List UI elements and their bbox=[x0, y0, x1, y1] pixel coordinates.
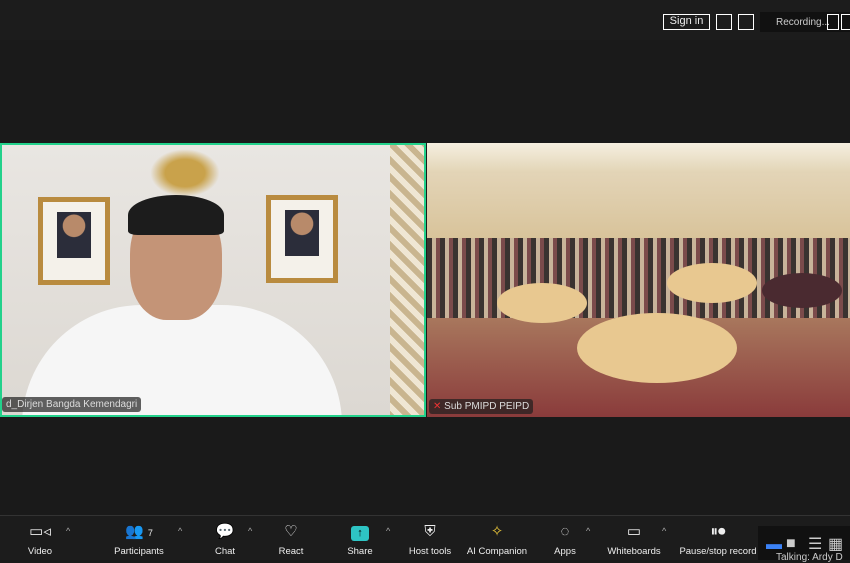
apps-button[interactable]: ◌ Apps bbox=[525, 522, 605, 557]
garuda-emblem bbox=[150, 149, 220, 197]
talking-indicator: Talking: Ardy D bbox=[776, 552, 843, 563]
video-tile-speaker[interactable]: d_Dirjen Bangda Kemendagri bbox=[0, 143, 426, 417]
pause-recording-button[interactable] bbox=[827, 14, 839, 30]
participant-name-label: ✕ Sub PMIPD PEIPD bbox=[429, 399, 534, 414]
speaker-view-icon[interactable]: ■ bbox=[786, 535, 796, 553]
layout-button[interactable] bbox=[716, 14, 732, 30]
pause-stop-icon: ⏸⏺ bbox=[710, 523, 726, 540]
meeting-toolbar: ▭◃ Video ^ 👥 7 Participants ^ 💬 Chat ^ ♡ Rea… bbox=[0, 515, 850, 560]
top-bar: Sign in Recording... bbox=[0, 0, 850, 40]
mic-muted-icon: ✕ bbox=[433, 401, 445, 412]
portrait-frame bbox=[266, 195, 338, 283]
participants-options-caret[interactable]: ^ bbox=[178, 526, 182, 536]
apps-options-caret[interactable]: ^ bbox=[586, 526, 590, 536]
participant-name-label: d_Dirjen Bangda Kemendagri bbox=[2, 397, 142, 412]
apps-icon: ◌ bbox=[560, 523, 570, 540]
recording-label: Recording... bbox=[776, 17, 830, 28]
video-tile-room[interactable]: ✕ Sub PMIPD PEIPD bbox=[427, 143, 850, 417]
stacked-view-icon[interactable]: ☰ bbox=[808, 534, 822, 554]
video-options-caret[interactable]: ^ bbox=[66, 526, 70, 536]
sign-in-button[interactable]: Sign in bbox=[663, 14, 710, 30]
pause-stop-record-button[interactable]: ⏸⏺ Pause/stop record bbox=[678, 522, 758, 557]
share-arrow-icon: ↑ bbox=[351, 526, 369, 541]
whiteboards-options-caret[interactable]: ^ bbox=[662, 526, 666, 536]
portrait-frame bbox=[38, 197, 110, 285]
participants-icon: 👥 bbox=[125, 523, 144, 540]
gallery-view-icon[interactable]: ▦ bbox=[828, 534, 843, 554]
react-button[interactable]: ♡ React bbox=[251, 522, 331, 557]
stop-recording-button[interactable] bbox=[841, 14, 850, 30]
wood-panel bbox=[390, 145, 424, 415]
participants-button[interactable]: 👥 7 Participants bbox=[99, 522, 179, 557]
view-button[interactable] bbox=[738, 14, 754, 30]
heart-icon: ♡ bbox=[284, 523, 298, 540]
